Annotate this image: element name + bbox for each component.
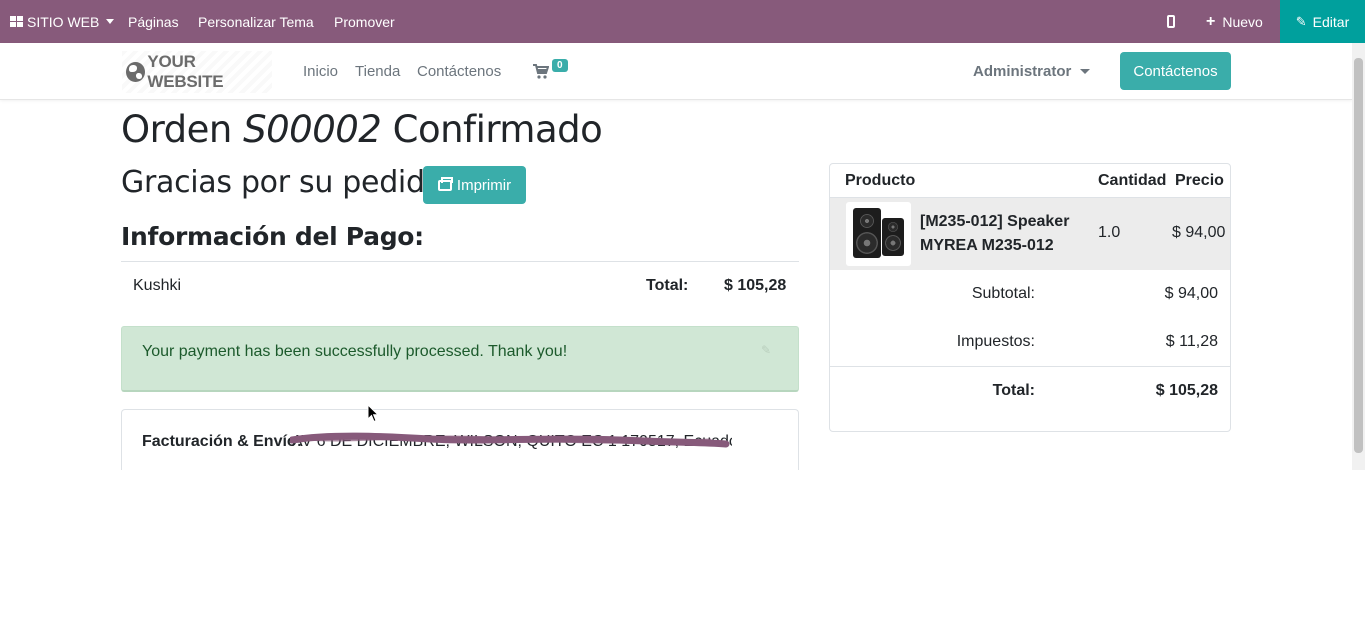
thanks-message: Gracias por su pedido. — [121, 165, 452, 200]
chevron-down-icon — [1080, 69, 1091, 74]
cart-icon — [533, 64, 549, 79]
billing-label: Facturación & Envío: — [142, 433, 303, 450]
print-button-label: Imprimir — [456, 176, 512, 194]
total-row: Total: $ 105,28 — [830, 366, 1230, 415]
title-prefix: Orden — [121, 108, 232, 151]
edit-icon[interactable]: ✎ — [761, 343, 771, 357]
customize-theme-menu[interactable]: Personalizar Tema — [198, 0, 314, 43]
order-number: S00002 — [243, 108, 382, 151]
product-image — [846, 202, 911, 266]
taxes-label: Impuestos: — [956, 333, 1035, 350]
payment-row: Kushki Total: $ 105,28 — [121, 261, 799, 309]
plus-icon: + — [1206, 12, 1216, 30]
taxes-row: Impuestos: $ 11,28 — [830, 318, 1230, 366]
total-label: Total: — [992, 382, 1035, 399]
product-name[interactable]: [M235-012] Speaker MYREA M235-012 — [920, 210, 1069, 258]
product-price: $ 94,00 — [1172, 224, 1226, 241]
total-value: $ 105,28 — [1155, 382, 1218, 399]
product-row: [M235-012] Speaker MYREA M235-012 1.0 $ … — [830, 198, 1230, 270]
taxes-value: $ 11,28 — [1165, 333, 1218, 350]
site-logo[interactable]: YOUR WEBSITE — [122, 51, 272, 93]
payment-info-heading: Información del Pago: — [121, 222, 424, 251]
subtotal-row: Subtotal: $ 94,00 — [830, 270, 1230, 318]
globe-icon — [126, 62, 146, 82]
cart-count-badge: 0 — [552, 59, 568, 72]
column-price: Precio — [1175, 172, 1224, 189]
printer-icon — [437, 176, 453, 191]
subtotal-label: Subtotal: — [971, 285, 1035, 302]
promote-menu[interactable]: Promover — [334, 0, 395, 43]
page-title: Orden S00002 Confirmado — [121, 108, 603, 151]
edit-button-label: Editar — [1312, 13, 1350, 30]
column-quantity: Cantidad — [1098, 172, 1167, 189]
mouse-cursor-icon — [367, 404, 379, 423]
new-button-label: Nuevo — [1222, 13, 1263, 30]
billing-shipping-box: Facturación & Envío: AV 6 DE DICIEMBRE, … — [121, 409, 799, 470]
payment-total-value: $ 105,28 — [724, 277, 787, 294]
pencil-icon: ✎ — [1295, 13, 1307, 29]
product-name-line1: [M235-012] Speaker — [920, 213, 1070, 230]
site-header: YOUR WEBSITE Inicio Tienda Contáctenos 0… — [0, 43, 1352, 100]
product-quantity: 1.0 — [1098, 224, 1121, 241]
scrollbar-thumb[interactable] — [1354, 58, 1363, 453]
contact-us-button[interactable]: Contáctenos — [1120, 52, 1231, 90]
column-product: Producto — [845, 172, 916, 189]
nav-contact[interactable]: Contáctenos — [417, 63, 501, 80]
alert-message: Your payment has been successfully proce… — [142, 343, 568, 360]
website-menu[interactable]: SITIO WEB — [10, 0, 115, 43]
admin-bar: SITIO WEB Páginas Personalizar Tema Prom… — [0, 0, 1365, 43]
chevron-down-icon — [106, 19, 115, 24]
nav-home[interactable]: Inicio — [303, 63, 338, 80]
summary-header: Producto Cantidad Precio — [830, 164, 1230, 198]
edit-button[interactable]: ✎ Editar — [1280, 0, 1365, 43]
mobile-preview-button[interactable] — [1167, 0, 1175, 43]
apps-grid-icon — [10, 16, 23, 27]
mobile-icon — [1167, 15, 1175, 28]
new-button[interactable]: + Nuevo — [1206, 0, 1263, 43]
pages-menu[interactable]: Páginas — [128, 0, 179, 43]
order-summary-table: Producto Cantidad Precio [M235-012] Spea… — [829, 163, 1231, 432]
payment-total-label: Total: — [646, 277, 689, 294]
user-menu[interactable]: Administrator — [973, 63, 1091, 80]
print-button[interactable]: Imprimir — [423, 166, 526, 204]
nav-shop[interactable]: Tienda — [355, 63, 400, 80]
title-suffix: Confirmado — [392, 108, 603, 151]
page-scrollbar[interactable] — [1352, 43, 1365, 470]
payment-method: Kushki — [133, 277, 182, 294]
product-name-line2: MYREA M235-012 — [920, 237, 1054, 254]
logo-text: YOUR WEBSITE — [147, 52, 224, 91]
website-menu-label: SITIO WEB — [27, 13, 100, 30]
subtotal-value: $ 94,00 — [1164, 285, 1218, 302]
payment-success-alert: Your payment has been successfully proce… — [121, 326, 799, 392]
user-menu-label: Administrator — [973, 63, 1072, 80]
billing-address: AV 6 DE DICIEMBRE, WILSON, QUITO EC 1 17… — [292, 433, 732, 450]
